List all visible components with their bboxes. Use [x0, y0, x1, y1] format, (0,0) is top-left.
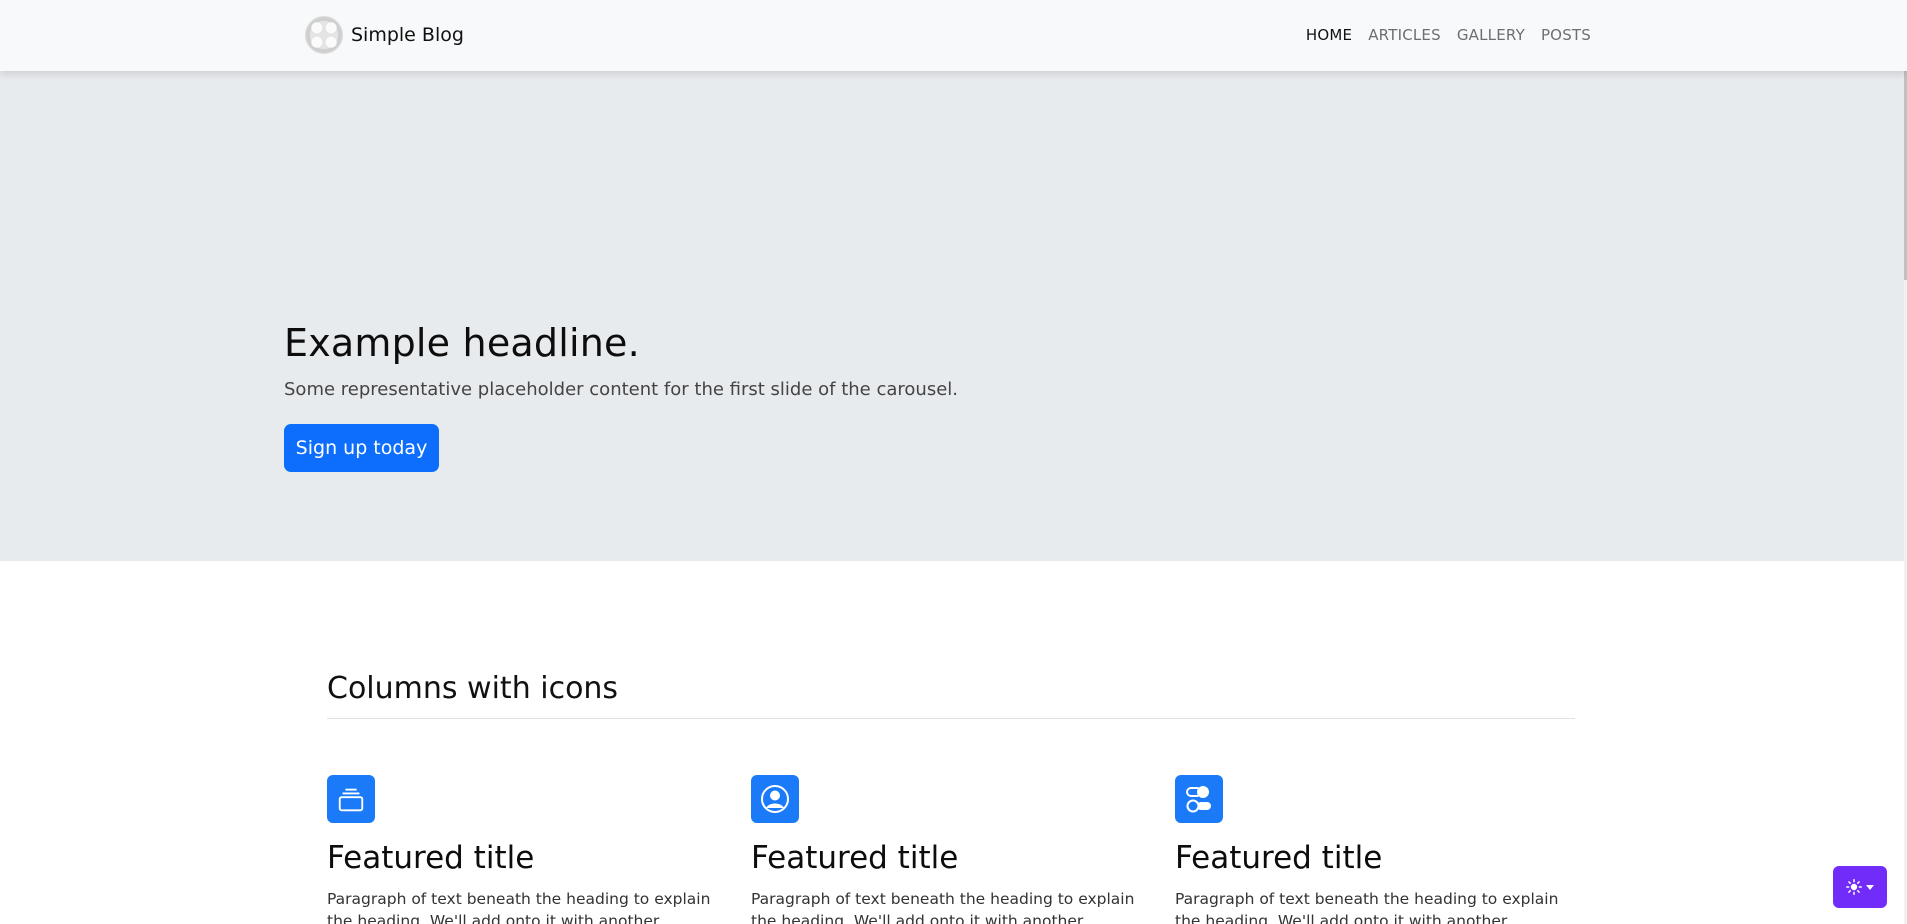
person-circle-icon — [751, 775, 799, 823]
feature-column-2: Featured title Paragraph of text beneath… — [751, 775, 1151, 924]
nav-link-posts[interactable]: POSTS — [1541, 26, 1591, 44]
collection-icon — [327, 775, 375, 823]
brand-link[interactable]: Simple Blog — [305, 16, 464, 54]
brand-logo — [305, 16, 343, 54]
theme-toggle-button[interactable] — [1833, 866, 1887, 908]
sign-up-button[interactable]: Sign up today — [284, 424, 439, 472]
feature-text: Paragraph of text beneath the heading to… — [1175, 890, 1559, 924]
nav-link-gallery[interactable]: GALLERY — [1457, 26, 1525, 44]
hero-carousel: Example headline. Some representative pl… — [0, 71, 1907, 561]
feature-text: Paragraph of text beneath the heading to… — [327, 890, 711, 924]
feature-title: Featured title — [327, 840, 535, 876]
navbar: Simple Blog HOME ARTICLES GALLERY POSTS — [0, 0, 1907, 71]
feature-text: Paragraph of text beneath the heading to… — [751, 890, 1135, 924]
feature-title: Featured title — [1175, 840, 1383, 876]
sun-icon — [1846, 879, 1862, 895]
section-divider — [327, 718, 1575, 719]
feature-column-3: Featured title Paragraph of text beneath… — [1175, 775, 1575, 924]
feature-column-1: Featured title Paragraph of text beneath… — [327, 775, 727, 924]
section-title: Columns with icons — [327, 671, 619, 706]
main-nav: HOME ARTICLES GALLERY POSTS — [1306, 26, 1591, 44]
feature-title: Featured title — [751, 840, 959, 876]
chevron-down-icon — [1866, 884, 1874, 890]
page: Simple Blog HOME ARTICLES GALLERY POSTS … — [0, 0, 1907, 924]
toggles-icon — [1175, 775, 1223, 823]
hero-subtext: Some representative placeholder content … — [284, 379, 959, 400]
brand-name: Simple Blog — [351, 24, 464, 46]
nav-link-home[interactable]: HOME — [1306, 26, 1352, 44]
hero-headline: Example headline. — [284, 321, 640, 365]
nav-link-articles[interactable]: ARTICLES — [1368, 26, 1441, 44]
